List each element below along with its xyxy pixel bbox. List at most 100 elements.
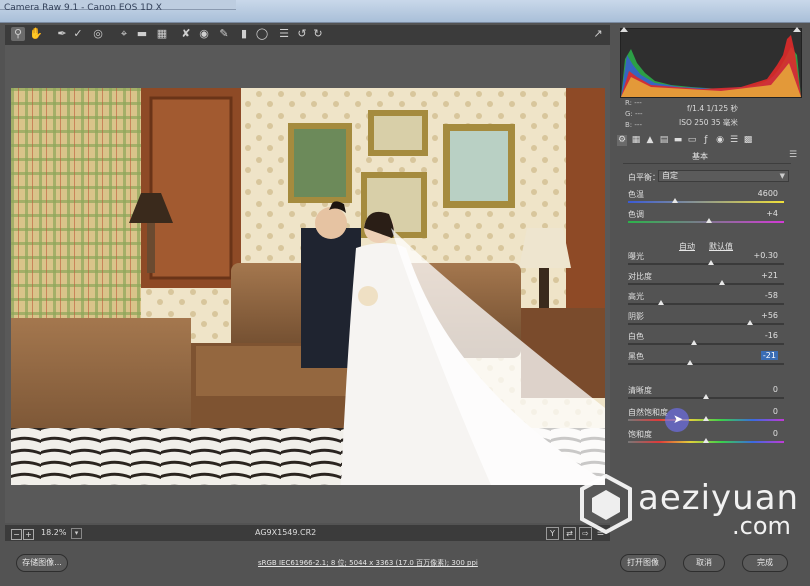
- zoom-tool-icon[interactable]: ⚲: [11, 27, 25, 41]
- slider-thumb[interactable]: [718, 280, 725, 285]
- window-titlebar: Camera Raw 9.1 - Canon EOS 1D X: [0, 0, 810, 23]
- slider-label: 对比度: [628, 272, 652, 281]
- color-sampler-tool-icon[interactable]: ✓: [71, 27, 85, 41]
- slider-value-field[interactable]: +0.30: [753, 251, 778, 260]
- watermark-domain: .com: [732, 512, 791, 540]
- slider-track[interactable]: [628, 303, 784, 305]
- bottom-bar: 存储图像... sRGB IEC61966-2.1; 8 位; 5044 x 3…: [0, 544, 810, 586]
- slider-thumb[interactable]: [657, 300, 664, 305]
- zoom-in-button[interactable]: +: [23, 529, 34, 540]
- tab-detail-icon[interactable]: ▲: [645, 135, 655, 146]
- swap-settings-icon[interactable]: ⇄: [563, 527, 576, 540]
- straighten-tool-icon[interactable]: ▬: [135, 27, 149, 41]
- slider-row: 清晰度 0: [628, 385, 788, 405]
- slider-value-field[interactable]: +4: [766, 209, 778, 218]
- readout-r: R: ---: [625, 99, 642, 107]
- slider-value-field[interactable]: -16: [765, 331, 778, 340]
- slider-track[interactable]: [628, 363, 784, 365]
- save-image-button[interactable]: 存储图像...: [16, 554, 68, 572]
- slider-track[interactable]: [628, 201, 784, 203]
- exif-iso-focal: ISO 250 35 毫米: [679, 118, 738, 127]
- slider-row: 自然饱和度 0: [628, 407, 788, 427]
- watermark-logo: [580, 474, 632, 534]
- slider-thumb[interactable]: [671, 198, 678, 203]
- tab-basic-icon[interactable]: ⚙: [617, 135, 627, 146]
- slider-thumb[interactable]: [687, 360, 694, 365]
- tab-snapshots-icon[interactable]: ▩: [743, 135, 753, 146]
- panel-menu-icon[interactable]: ☰: [789, 150, 797, 160]
- histogram-graph: [621, 35, 801, 97]
- mouse-cursor-icon: ➤: [673, 412, 684, 426]
- slider-thumb[interactable]: [703, 438, 709, 443]
- slider-row: 黑色 -21: [628, 351, 788, 371]
- radial-filter-tool-icon[interactable]: ◯: [255, 27, 269, 41]
- slider-value-field[interactable]: 4600: [758, 189, 778, 198]
- slider-value-field[interactable]: 0: [773, 407, 778, 416]
- slider-thumb[interactable]: [703, 416, 709, 421]
- panel-title: 基本: [692, 152, 708, 161]
- histogram: [620, 27, 802, 98]
- tab-camera-calibration-icon[interactable]: ◉: [715, 135, 725, 146]
- graduated-filter-tool-icon[interactable]: ▮: [237, 27, 251, 41]
- slider-row: 曝光 +0.30: [628, 251, 788, 271]
- slider-value-field[interactable]: -21: [760, 351, 778, 360]
- slider-row: 色温 4600: [628, 189, 788, 209]
- slider-track[interactable]: [628, 283, 784, 285]
- spot-removal-tool-icon[interactable]: ✘: [179, 27, 193, 41]
- rotate-cw-icon[interactable]: ↻: [311, 27, 325, 41]
- before-after-y-icon[interactable]: Y: [546, 527, 559, 540]
- slider-track[interactable]: [628, 263, 784, 265]
- red-eye-tool-icon[interactable]: ◉: [197, 27, 211, 41]
- cancel-button[interactable]: 取消: [683, 554, 725, 572]
- tab-split-toning-icon[interactable]: ▬: [673, 135, 683, 146]
- transform-tool-icon[interactable]: ▦: [155, 27, 169, 41]
- shadow-clipping-icon[interactable]: [620, 27, 628, 32]
- tab-presets-icon[interactable]: ☰: [729, 135, 739, 146]
- highlight-clipping-icon[interactable]: [793, 27, 801, 32]
- slider-label: 清晰度: [628, 386, 652, 395]
- slider-thumb[interactable]: [706, 218, 713, 223]
- slider-value-field[interactable]: -58: [765, 291, 778, 300]
- slider-thumb[interactable]: [690, 340, 697, 345]
- done-button[interactable]: 完成: [742, 554, 788, 572]
- tab-hsl-icon[interactable]: ▤: [659, 135, 669, 146]
- slider-thumb[interactable]: [707, 260, 714, 265]
- readout-g: G: ---: [625, 110, 643, 118]
- file-name: AG9X1549.CR2: [255, 528, 317, 537]
- slider-value-field[interactable]: 0: [773, 429, 778, 438]
- tab-tone-curve-icon[interactable]: ▦: [631, 135, 641, 146]
- white-balance-select[interactable]: 自定 ▼: [658, 170, 789, 182]
- slider-value-field[interactable]: +21: [761, 271, 778, 280]
- fullscreen-toggle-icon[interactable]: ↗: [591, 27, 605, 41]
- slider-label: 高光: [628, 292, 644, 301]
- adjustment-brush-tool-icon[interactable]: ✎: [217, 27, 231, 41]
- zoom-out-button[interactable]: −: [11, 529, 22, 540]
- slider-thumb[interactable]: [746, 320, 753, 325]
- crop-tool-icon[interactable]: ⌖: [117, 27, 131, 41]
- hand-tool-icon[interactable]: ✋: [29, 27, 43, 41]
- slider-track[interactable]: [628, 323, 784, 325]
- preview-image[interactable]: [11, 88, 605, 485]
- tool-bar: ⚲ ✋ ✒ ✓ ◎ ⌖ ▬ ▦ ✘ ◉ ✎ ▮ ◯ ☰ ↺ ↻ ↗: [5, 25, 610, 45]
- slider-thumb[interactable]: [703, 394, 709, 399]
- slider-row: 对比度 +21: [628, 271, 788, 291]
- white-balance-tool-icon[interactable]: ✒: [55, 27, 69, 41]
- slider-row: 高光 -58: [628, 291, 788, 311]
- zoom-dropdown[interactable]: ▾: [71, 528, 82, 539]
- rotate-ccw-icon[interactable]: ↺: [295, 27, 309, 41]
- open-image-button[interactable]: 打开图像: [620, 554, 666, 572]
- slider-value-field[interactable]: +56: [761, 311, 778, 320]
- slider-label: 阴影: [628, 312, 644, 321]
- slider-label: 曝光: [628, 252, 644, 261]
- workflow-options-link[interactable]: sRGB IEC61966-2.1; 8 位; 5044 x 3363 (17.…: [258, 558, 478, 568]
- slider-value-field[interactable]: 0: [773, 385, 778, 394]
- slider-label: 饱和度: [628, 430, 652, 439]
- slider-label: 黑色: [628, 352, 644, 361]
- status-bar: − + 18.2% ▾ AG9X1549.CR2 Y ⇄ ⇨ ☰: [5, 525, 610, 541]
- slider-track[interactable]: [628, 343, 784, 345]
- preferences-icon[interactable]: ☰: [277, 27, 291, 41]
- tab-effects-icon[interactable]: ƒ: [701, 135, 711, 146]
- chevron-down-icon: ▼: [779, 172, 785, 180]
- tab-lens-icon[interactable]: ▭: [687, 135, 697, 146]
- targeted-adjustment-tool-icon[interactable]: ◎: [91, 27, 105, 41]
